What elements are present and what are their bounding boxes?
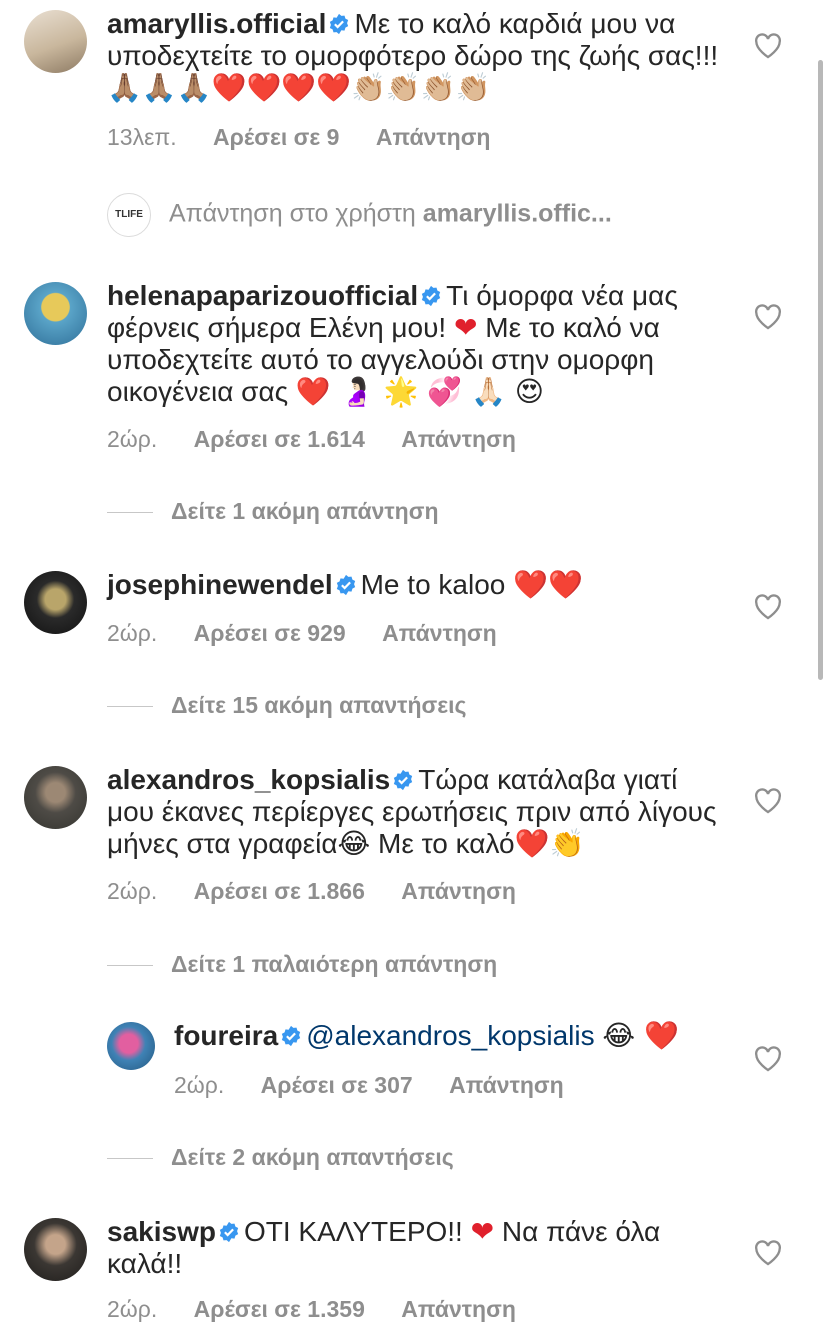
view-more-replies[interactable]: Δείτε 1 ακόμη απάντηση bbox=[107, 498, 439, 525]
comment-meta: 2ώρ. Αρέσει σε 1.614 Απάντηση bbox=[107, 426, 546, 453]
comment-text: sakiswp ΟΤΙ ΚΑΛΥΤΕΡΟ!! ❤ Να πάνε όλα καλά… bbox=[107, 1216, 727, 1280]
avatar[interactable] bbox=[107, 1022, 155, 1070]
comment-meta: 2ώρ. Αρέσει σε 1.866 Απάντηση bbox=[107, 878, 546, 905]
divider-line bbox=[107, 965, 153, 967]
timestamp: 2ώρ. bbox=[107, 426, 158, 452]
mention-link[interactable]: @alexandros_kopsialis bbox=[306, 1020, 594, 1051]
reply-button[interactable]: Απάντηση bbox=[401, 1296, 516, 1322]
heart-emoji: ❤ bbox=[470, 1215, 495, 1248]
heart-icon[interactable] bbox=[754, 33, 782, 59]
comment-meta: 2ώρ. Αρέσει σε 1.359 Απάντηση bbox=[107, 1296, 546, 1323]
view-more-replies[interactable]: Δείτε 2 ακόμη απαντήσεις bbox=[107, 1144, 454, 1171]
username[interactable]: josephinewendel bbox=[107, 569, 333, 600]
comment-meta: 2ώρ. Αρέσει σε 307 Απάντηση bbox=[174, 1072, 594, 1099]
verified-badge-icon bbox=[330, 13, 349, 35]
heart-icon[interactable] bbox=[754, 1046, 782, 1072]
divider-line bbox=[107, 512, 153, 514]
avatar[interactable] bbox=[24, 10, 87, 73]
comment-body: ΟΤΙ ΚΑΛΥΤΕΡΟ!! bbox=[243, 1216, 463, 1247]
username[interactable]: alexandros_kopsialis bbox=[107, 764, 390, 795]
emoji-row: 😂 ❤️ bbox=[602, 1019, 679, 1052]
avatar[interactable] bbox=[24, 571, 87, 634]
username[interactable]: helenapaparizouofficial bbox=[107, 280, 418, 311]
reply-button[interactable]: Απάντηση bbox=[382, 620, 497, 646]
username[interactable]: sakiswp bbox=[107, 1216, 216, 1247]
divider-line bbox=[107, 706, 153, 708]
reply-to-prefix: Απάντηση στο χρήστη bbox=[169, 199, 416, 228]
timestamp: 2ώρ. bbox=[107, 620, 158, 646]
heart-icon[interactable] bbox=[754, 1240, 782, 1266]
username[interactable]: amaryllis.official bbox=[107, 8, 326, 39]
scrollbar[interactable] bbox=[818, 60, 823, 680]
comment-text: foureira @alexandros_kopsialis 😂 ❤️ bbox=[174, 1020, 734, 1052]
comment-text: alexandros_kopsialis Τώρα κατάλαβα γιατί … bbox=[107, 764, 727, 860]
comment-text: josephinewendel Me to kaloo ❤️❤️ bbox=[107, 569, 727, 601]
avatar[interactable] bbox=[24, 1218, 87, 1281]
comment-meta: 13λεπ. Αρέσει σε 9 Απάντηση bbox=[107, 124, 520, 151]
emoji-row: ❤️❤️ bbox=[513, 568, 583, 601]
reply-to-bar[interactable]: TLIFE Απάντηση στο χρήστη amaryllis.offic… bbox=[107, 193, 612, 237]
comment-text: amaryllis.official Με το καλό καρδιά μου … bbox=[107, 8, 727, 104]
likes-count[interactable]: Αρέσει σε 307 bbox=[261, 1072, 413, 1098]
view-more-label: Δείτε 1 παλαιότερη απάντηση bbox=[171, 951, 498, 977]
likes-count[interactable]: Αρέσει σε 9 bbox=[213, 124, 339, 150]
heart-icon[interactable] bbox=[754, 304, 782, 330]
comment-body: Me to kaloo bbox=[360, 569, 506, 600]
reply-button[interactable]: Απάντηση bbox=[376, 124, 491, 150]
reply-to-username: amaryllis.offic... bbox=[422, 199, 612, 228]
reply-button[interactable]: Απάντηση bbox=[401, 878, 516, 904]
view-more-label: Δείτε 1 ακόμη απάντηση bbox=[171, 498, 439, 524]
timestamp: 2ώρ. bbox=[107, 878, 158, 904]
username[interactable]: foureira bbox=[174, 1020, 278, 1051]
likes-count[interactable]: Αρέσει σε 929 bbox=[194, 620, 346, 646]
verified-badge-icon bbox=[336, 574, 355, 596]
view-more-label: Δείτε 15 ακόμη απαντήσεις bbox=[171, 692, 467, 718]
verified-badge-icon bbox=[219, 1221, 239, 1243]
avatar[interactable] bbox=[24, 766, 87, 829]
timestamp: 2ώρ. bbox=[174, 1072, 225, 1098]
likes-count[interactable]: Αρέσει σε 1.359 bbox=[194, 1296, 365, 1322]
likes-count[interactable]: Αρέσει σε 1.866 bbox=[194, 878, 365, 904]
emoji-row: 🙏🏽🙏🏽🙏🏽❤️❤️❤️❤️👏🏼👏🏼👏🏼👏🏼 bbox=[107, 71, 491, 104]
heart-icon[interactable] bbox=[754, 788, 782, 814]
tlife-logo: TLIFE bbox=[107, 193, 151, 237]
verified-badge-icon bbox=[394, 769, 413, 791]
comment-text: helenapaparizouofficial Τι όμορφα νέα μας… bbox=[107, 280, 727, 408]
heart-emoji: ❤ bbox=[454, 311, 478, 344]
comment-meta: 2ώρ. Αρέσει σε 929 Απάντηση bbox=[107, 620, 527, 647]
heart-icon[interactable] bbox=[754, 594, 782, 620]
verified-badge-icon bbox=[422, 285, 441, 307]
avatar[interactable] bbox=[24, 282, 87, 345]
emoji-row: ❤️ 🤰🏻 🌟 💞 🙏🏻 😍 bbox=[295, 375, 544, 408]
likes-count[interactable]: Αρέσει σε 1.614 bbox=[194, 426, 365, 452]
divider-line bbox=[107, 1158, 153, 1160]
view-older-replies[interactable]: Δείτε 1 παλαιότερη απάντηση bbox=[107, 951, 497, 978]
view-more-replies[interactable]: Δείτε 15 ακόμη απαντήσεις bbox=[107, 692, 467, 719]
view-more-label: Δείτε 2 ακόμη απαντήσεις bbox=[171, 1144, 454, 1170]
verified-badge-icon bbox=[282, 1025, 301, 1047]
reply-button[interactable]: Απάντηση bbox=[401, 426, 516, 452]
timestamp: 2ώρ. bbox=[107, 1296, 158, 1322]
timestamp: 13λεπ. bbox=[107, 124, 177, 150]
reply-button[interactable]: Απάντηση bbox=[449, 1072, 564, 1098]
